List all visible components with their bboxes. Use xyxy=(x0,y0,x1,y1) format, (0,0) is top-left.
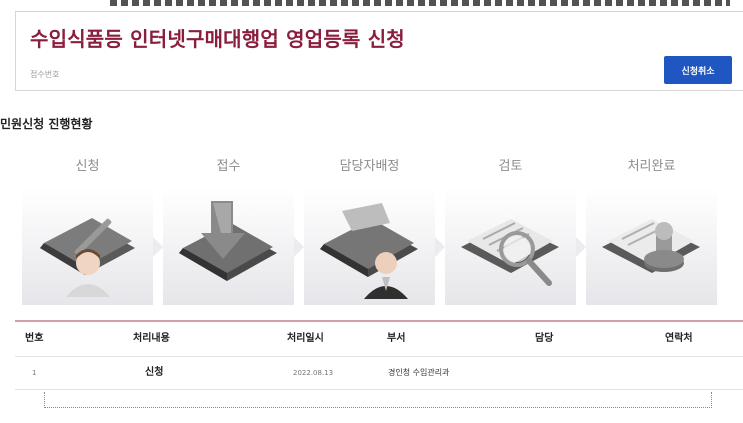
step-label: 접수 xyxy=(216,159,241,174)
row-department: 경인청 수입관리과 xyxy=(388,368,450,377)
header-date: 처리일시 xyxy=(287,333,324,344)
table-header-row: 번호 처리내용 처리일시 부서 담당 연락처 xyxy=(15,320,743,357)
page-title: 수입식품등 인터넷구매대행업 영업등록 신청 xyxy=(30,27,405,51)
row-content: 신청 xyxy=(145,367,164,378)
history-table: 번호 처리내용 처리일시 부서 담당 연락처 1 신청 2022.08.13 경… xyxy=(15,320,743,390)
folder-arrow-icon xyxy=(179,201,277,281)
step-label: 신청 xyxy=(75,159,100,174)
step-review: 검토 xyxy=(445,155,586,305)
step-complete: 처리완료 xyxy=(586,155,717,305)
header-content: 처리내용 xyxy=(133,333,170,344)
row-number: 1 xyxy=(32,369,37,377)
step-label: 검토 xyxy=(498,159,523,174)
document-stamp-icon xyxy=(602,219,700,273)
header-department: 부서 xyxy=(387,333,406,344)
step-assign: 담당자배정 xyxy=(304,155,445,305)
folder-person-icon xyxy=(320,203,418,299)
progress-steps: 신청 접수 담당자배정 검토 처리완료 xyxy=(22,155,722,305)
step-label: 처리완료 xyxy=(627,159,676,174)
dotted-divider-box xyxy=(44,392,712,408)
header-person: 담당 xyxy=(535,333,554,344)
header-contact: 연락처 xyxy=(665,333,693,344)
progress-section-title: 민원신청 진행현황 xyxy=(0,117,93,131)
clipped-top-text xyxy=(0,0,743,10)
receipt-number-label: 접수번호 xyxy=(30,70,60,79)
step-apply: 신청 xyxy=(22,155,163,305)
step-label: 담당자배정 xyxy=(339,159,400,174)
row-date: 2022.08.13 xyxy=(293,369,334,377)
cancel-application-button[interactable]: 신청취소 xyxy=(664,56,732,84)
application-header-card: 수입식품등 인터넷구매대행업 영업등록 신청 접수번호 xyxy=(15,11,743,91)
step-receive: 접수 xyxy=(163,155,304,305)
header-number: 번호 xyxy=(25,333,44,344)
folder-pen-person-icon xyxy=(40,218,135,297)
document-magnifier-icon xyxy=(461,219,559,286)
table-row: 1 신청 2022.08.13 경인청 수입관리과 xyxy=(15,357,743,390)
